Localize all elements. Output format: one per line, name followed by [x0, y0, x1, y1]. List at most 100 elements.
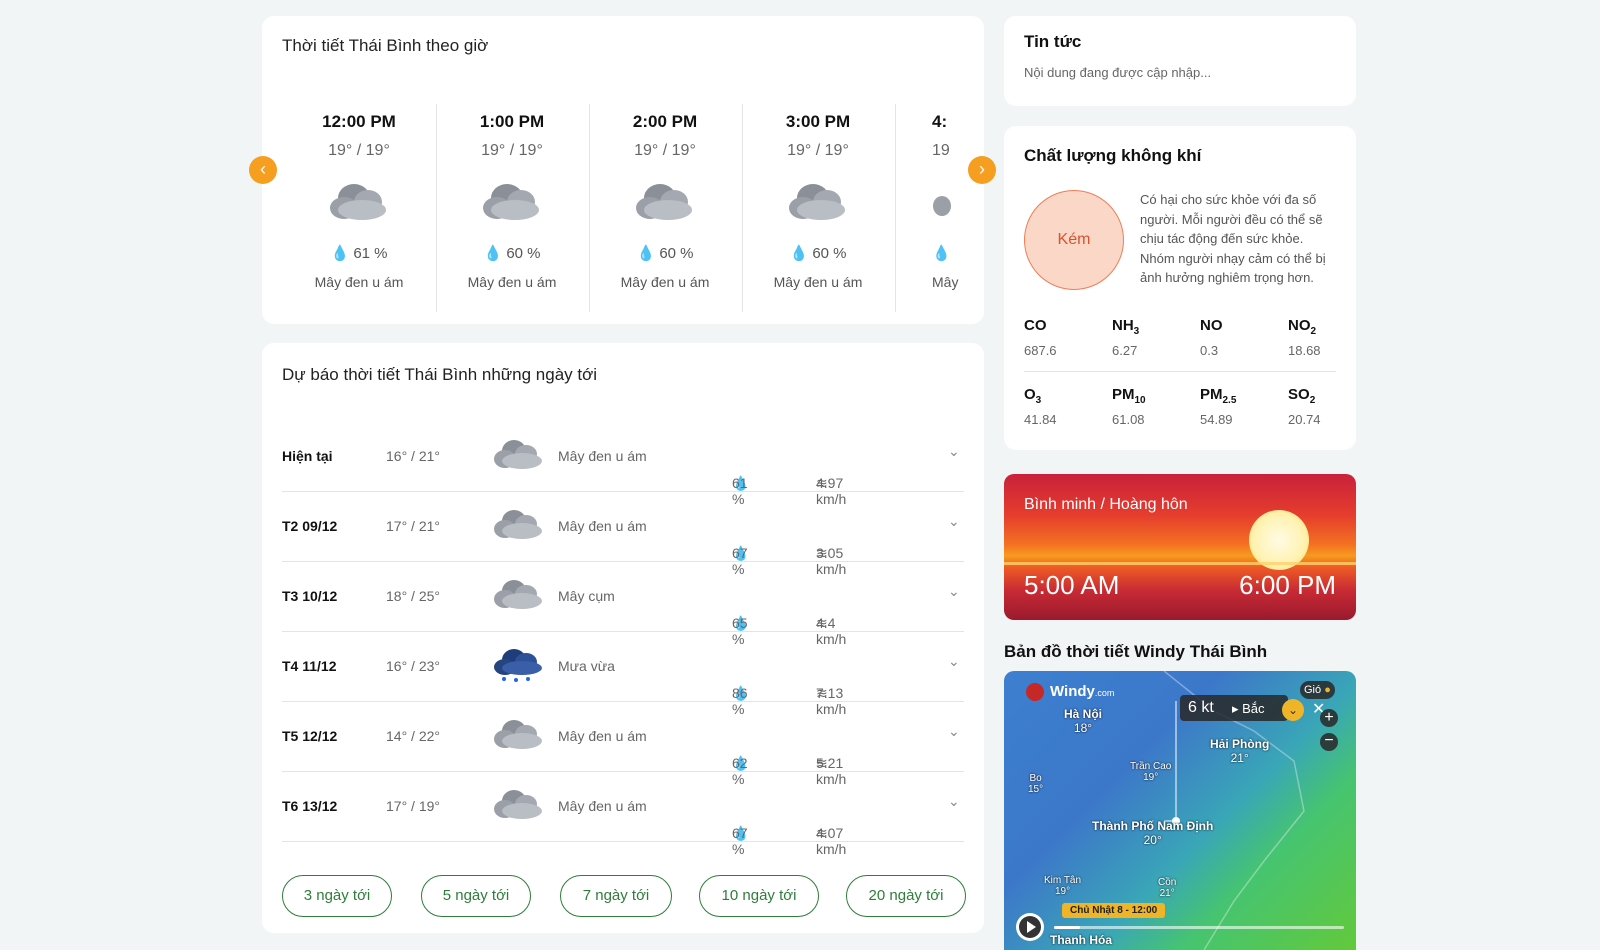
pollutant-name: PM	[1200, 386, 1223, 403]
pollutant-value: 687.6	[1024, 343, 1057, 358]
hour-time: 2:00 PM	[632, 112, 698, 131]
pollutant-name: PM	[1112, 386, 1135, 403]
carousel-prev-button[interactable]: ‹	[249, 156, 277, 184]
forecast-temp: 14° / 22°	[386, 728, 441, 744]
pollutant-value: 6.27	[1112, 343, 1138, 358]
hour-temp: 19° / 19°	[328, 142, 390, 159]
hour-desc: Mây	[932, 274, 959, 290]
air-quality-card: Chất lượng không khí Kém Có hại cho sức …	[1004, 126, 1356, 450]
forecast-row[interactable]: T5 12/12 14° / 22° Mây đen u ám 💧 62 % ≋ 5.2…	[282, 701, 964, 787]
map-place: Hải Phòng 21°	[1210, 737, 1269, 765]
aqi-level-badge: Kém	[1024, 190, 1124, 290]
hour-desc: Mây đen u ám	[620, 274, 710, 290]
hour-humidity-value: 60 %	[659, 245, 694, 262]
horizon-line	[1004, 562, 1356, 565]
hour-humidity-value: 60 %	[506, 245, 541, 262]
pollutant-sub: 2.5	[1222, 395, 1237, 406]
pollutant-sub: 2	[1309, 395, 1316, 406]
aqi-description: Có hại cho sức khỏe với đa số người. Mỗi…	[1140, 192, 1326, 285]
map-place: Kim Tân 19°	[1044, 875, 1081, 897]
hour-time: 3:00 PM	[785, 112, 851, 131]
pollutant-value: 0.3	[1200, 343, 1219, 358]
hour-humidity: 💧 60 %	[435, 244, 589, 262]
droplet-icon: 💧	[789, 245, 809, 262]
place-name: Hà Nội	[1064, 707, 1103, 721]
chevron-down-icon[interactable]: ⌄	[948, 583, 960, 600]
pollutant-name: NH	[1112, 317, 1134, 334]
droplet-icon: 💧	[636, 245, 656, 262]
place-temp: 19°	[1143, 772, 1159, 783]
chevron-down-icon[interactable]: ⌄	[948, 723, 960, 740]
map-place: Hà Nội 18°	[1064, 707, 1102, 735]
pollutant-name: O	[1024, 386, 1036, 403]
pollutant-no: NO 0.3	[1200, 317, 1280, 358]
chevron-down-icon[interactable]: ⌄	[948, 513, 960, 530]
sun-icon	[1249, 510, 1309, 570]
hourly-carousel: 12:00 PM 19° / 19° 💧 61 % Mây đen u ám 1…	[282, 88, 962, 312]
timeline-time-badge: Chủ Nhật 8 - 12:00	[1062, 903, 1166, 918]
place-temp: 18°	[1073, 721, 1093, 735]
chevron-down-icon[interactable]: ⌄	[948, 793, 960, 810]
timeline-track[interactable]	[1054, 926, 1344, 929]
forecast-desc: Mây đen u ám	[558, 728, 647, 744]
map-place: Cồn 21°	[1158, 877, 1176, 899]
carousel-next-button[interactable]: ›	[968, 156, 996, 184]
chevron-down-icon[interactable]: ⌄	[1282, 699, 1304, 721]
hour-item: 12:00 PM 19° / 19° 💧 61 % Mây đen u ám	[282, 104, 437, 312]
range-20-days-button[interactable]: 20 ngày tới	[846, 875, 966, 917]
windy-map[interactable]: Windy.com 6 kt ▸ Bắc ⌄ Gió ● ✕ + − Hà Nộ…	[1004, 671, 1356, 950]
hour-temp: 19° / 19°	[787, 142, 849, 159]
forecast-row[interactable]: T6 13/12 17° / 19° Mây đen u ám 💧 67 % ≋ 4.0…	[282, 771, 964, 857]
windy-brand-name: Windy	[1050, 683, 1095, 700]
rain-cloud-icon	[490, 647, 548, 683]
pollutant-no2: NO2 18.68	[1288, 317, 1368, 358]
hour-humidity-value: 60 %	[812, 245, 847, 262]
chevron-down-icon[interactable]: ⌄	[948, 443, 960, 460]
cloud-icon	[477, 178, 547, 226]
pollutant-name: NO	[1288, 317, 1311, 334]
forecast-temp: 18° / 25°	[386, 588, 441, 604]
forecast-row[interactable]: T3 10/12 18° / 25° Mây cụm 💧 65 % ≋ 4.4 km/h…	[282, 561, 964, 647]
forecast-desc: Mưa vừa	[558, 658, 615, 674]
range-10-days-button[interactable]: 10 ngày tới	[699, 875, 819, 917]
chevron-down-icon[interactable]: ⌄	[948, 653, 960, 670]
range-3-days-button[interactable]: 3 ngày tới	[282, 875, 392, 917]
wind-direction-value: Bắc	[1242, 701, 1265, 716]
forecast-row[interactable]: T2 09/12 17° / 21° Mây đen u ám 💧 67 % ≋ 3.0…	[282, 491, 964, 577]
hour-humidity: 💧 60 %	[588, 244, 742, 262]
pollutant-o3: O3 41.84	[1024, 386, 1104, 427]
forecast-desc: Mây cụm	[558, 588, 615, 604]
map-title: Bản đồ thời tiết Windy Thái Bình	[1004, 642, 1268, 661]
forecast-row[interactable]: Hiện tại 16° / 21° Mây đen u ám 💧 61 % ≋ 4.9…	[282, 421, 964, 507]
sunrise-sunset-card: Bình minh / Hoàng hôn 5:00 AM 6:00 PM	[1004, 474, 1356, 620]
cloud-icon	[490, 437, 548, 473]
place-name: Hải Phòng	[1210, 737, 1270, 751]
forecast-day: T6 13/12	[282, 798, 338, 814]
forecast-day: Hiện tại	[282, 448, 333, 464]
range-5-days-button[interactable]: 5 ngày tới	[421, 875, 531, 917]
forecast-row[interactable]: T4 11/12 16° / 23° Mưa vừa 💧 86 % ≋ 7.13 km/…	[282, 631, 964, 717]
play-button[interactable]	[1016, 913, 1044, 941]
forecast-temp: 17° / 21°	[386, 518, 441, 534]
forecast-temp: 16° / 21°	[386, 448, 441, 464]
place-name: Kim Tân	[1044, 875, 1082, 886]
zoom-out-button[interactable]: −	[1320, 733, 1338, 751]
pollutant-name: NO	[1200, 317, 1223, 334]
map-place: Bo 15°	[1028, 773, 1043, 795]
forecast-desc: Mây đen u ám	[558, 518, 647, 534]
cloud-icon	[490, 717, 548, 753]
cloud-icon	[490, 507, 548, 543]
pollutant-co: CO 687.6	[1024, 317, 1104, 358]
hourly-forecast-card: Thời tiết Thái Bình theo giờ 12:00 PM 19…	[249, 16, 996, 324]
range-7-days-button[interactable]: 7 ngày tới	[560, 875, 672, 917]
divider	[1024, 371, 1336, 372]
forecast-day: T3 10/12	[282, 588, 338, 604]
pollutant-value: 54.89	[1200, 412, 1233, 427]
layer-selector[interactable]: Gió ●	[1300, 681, 1335, 699]
place-temp: 15°	[1028, 784, 1044, 795]
pollutant-value: 41.84	[1024, 412, 1057, 427]
hour-time: 12:00 PM	[322, 112, 396, 131]
hour-time: 4:	[932, 112, 948, 131]
zoom-in-button[interactable]: +	[1320, 709, 1338, 727]
hourly-title: Thời tiết Thái Bình theo giờ	[282, 36, 489, 55]
